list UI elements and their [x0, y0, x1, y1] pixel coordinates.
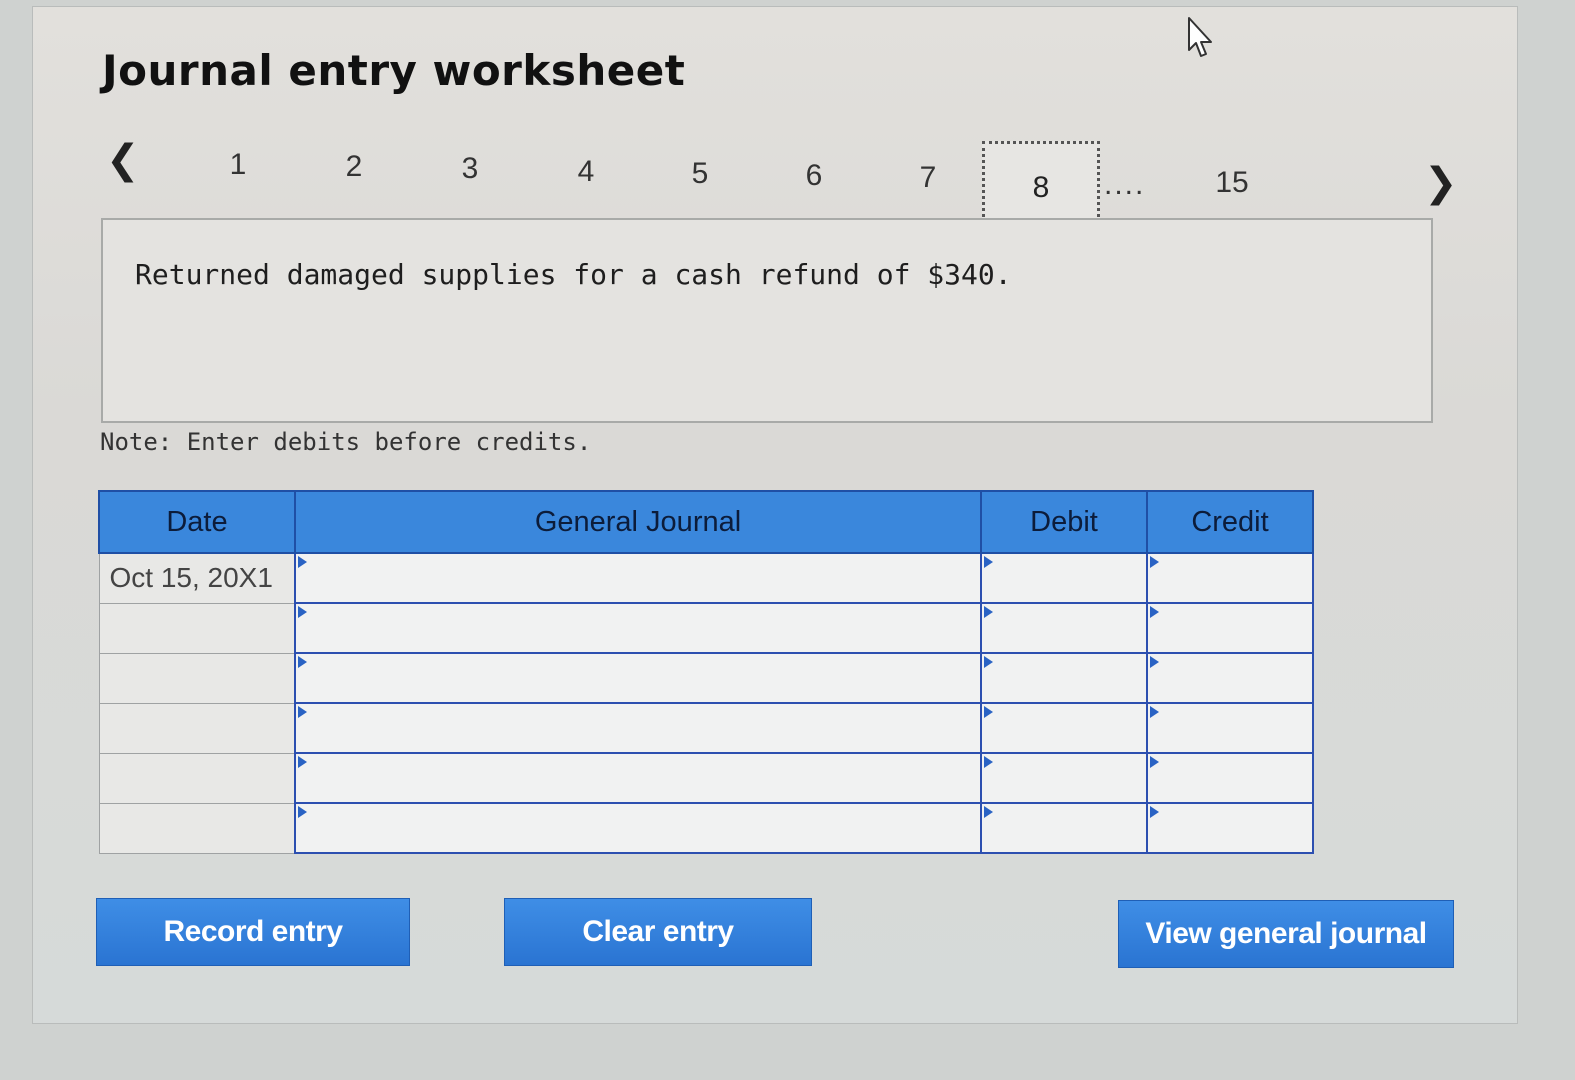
date-cell — [98, 602, 296, 654]
instruction-note: Note: Enter debits before credits. — [100, 428, 592, 456]
column-header-debit: Debit — [980, 490, 1148, 554]
table-row — [98, 702, 1314, 754]
account-input[interactable] — [294, 702, 982, 754]
table-row: Oct 15, 20X1 — [98, 552, 1314, 604]
column-header-credit: Credit — [1146, 490, 1314, 554]
table-row — [98, 802, 1314, 854]
page-link-6[interactable]: 6 — [794, 161, 834, 191]
debit-input[interactable] — [980, 752, 1148, 804]
record-entry-button[interactable]: Record entry — [96, 898, 410, 966]
date-cell — [98, 702, 296, 754]
debit-input[interactable] — [980, 552, 1148, 604]
view-general-journal-button[interactable]: View general journal — [1118, 900, 1454, 968]
credit-input[interactable] — [1146, 702, 1314, 754]
table-header-row: Date General Journal Debit Credit — [98, 490, 1314, 554]
date-cell — [98, 652, 296, 704]
credit-input[interactable] — [1146, 652, 1314, 704]
page-link-4[interactable]: 4 — [566, 157, 606, 187]
debit-input[interactable] — [980, 702, 1148, 754]
credit-input[interactable] — [1146, 802, 1314, 854]
mouse-pointer-icon — [1188, 17, 1212, 57]
credit-input[interactable] — [1146, 752, 1314, 804]
date-cell — [98, 752, 296, 804]
account-input[interactable] — [294, 602, 982, 654]
table-row — [98, 602, 1314, 654]
page-link-2[interactable]: 2 — [334, 152, 374, 182]
date-cell: Oct 15, 20X1 — [98, 552, 296, 604]
page-ellipsis: .... — [1104, 168, 1146, 201]
date-cell — [98, 802, 296, 854]
credit-input[interactable] — [1146, 602, 1314, 654]
debit-input[interactable] — [980, 802, 1148, 854]
account-input[interactable] — [294, 752, 982, 804]
chevron-right-icon[interactable]: ❯ — [1424, 163, 1458, 203]
table-row — [98, 652, 1314, 704]
chevron-left-icon[interactable]: ❮ — [106, 140, 140, 180]
page-title: Journal entry worksheet — [102, 46, 686, 95]
page-link-1[interactable]: 1 — [218, 150, 258, 180]
debit-input[interactable] — [980, 652, 1148, 704]
account-input[interactable] — [294, 802, 982, 854]
credit-input[interactable] — [1146, 552, 1314, 604]
page-link-5[interactable]: 5 — [680, 159, 720, 189]
clear-entry-button[interactable]: Clear entry — [504, 898, 812, 966]
debit-input[interactable] — [980, 602, 1148, 654]
column-header-general-journal: General Journal — [294, 490, 982, 554]
question-box: Returned damaged supplies for a cash ref… — [101, 218, 1433, 423]
page-link-3[interactable]: 3 — [450, 154, 490, 184]
page-link-last[interactable]: 15 — [1212, 168, 1252, 198]
account-input[interactable] — [294, 652, 982, 704]
account-input[interactable] — [294, 552, 982, 604]
page-link-7[interactable]: 7 — [908, 163, 948, 193]
journal-table: Date General Journal Debit Credit Oct 15… — [98, 490, 1314, 854]
table-row — [98, 752, 1314, 804]
column-header-date: Date — [98, 490, 296, 554]
question-text: Returned damaged supplies for a cash ref… — [135, 258, 1012, 291]
